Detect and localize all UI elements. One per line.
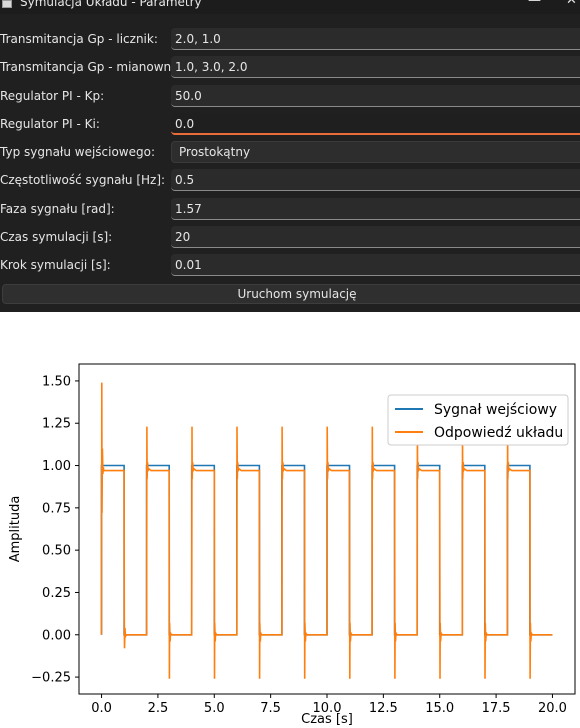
x-tick-label: 17.5 xyxy=(482,701,511,716)
x-tick-label: 15.0 xyxy=(425,701,454,716)
title-bar: Symulacja Układu - Parametry — ✕ xyxy=(0,0,580,14)
phase-input[interactable] xyxy=(171,198,580,219)
kp-label: Regulator PI - Kp: xyxy=(0,88,105,103)
parameters-form: Transmitancja Gp - licznik: Transmitancj… xyxy=(0,26,580,281)
phase-label: Faza sygnału [rad]: xyxy=(0,201,115,216)
sim-time-row: Czas symulacji [s]: xyxy=(0,224,580,252)
signal-type-label: Typ sygnału wejściowego: xyxy=(0,145,156,160)
legend: Sygnał wejściowy Odpowiedź układu xyxy=(387,394,569,446)
sim-step-label: Krok symulacji [s]: xyxy=(0,258,111,273)
kp-row: Regulator PI - Kp: xyxy=(0,83,580,111)
numerator-label: Transmitancja Gp - licznik: xyxy=(0,32,158,46)
minimize-button[interactable]: — xyxy=(528,0,541,8)
y-tick-label: 1.50 xyxy=(42,374,71,389)
x-tick-label: 5.0 xyxy=(204,701,225,716)
denominator-label: Transmitancja Gp - mianownik: xyxy=(0,60,186,75)
response-chart: 0.0 2.5 5.0 7.5 10.0 12.5 15.0 17.5 20.0 −0.250.… xyxy=(8,363,576,727)
phase-row: Faza sygnału [rad]: xyxy=(0,196,580,224)
numerator-input[interactable] xyxy=(171,28,580,49)
signal-type-row: Typ sygnału wejściowego: Prostokątny xyxy=(0,139,580,167)
x-axis-label: Czas [s] xyxy=(301,712,353,727)
close-button[interactable]: ✕ xyxy=(566,0,577,8)
frequency-input[interactable] xyxy=(171,169,580,191)
x-tick-label: 12.5 xyxy=(369,701,398,716)
y-tick-label: 1.00 xyxy=(42,459,71,474)
run-simulation-button[interactable]: Uruchom symulację xyxy=(2,284,580,304)
kp-input[interactable] xyxy=(171,85,580,106)
sim-time-input[interactable] xyxy=(171,226,580,248)
ki-row: Regulator PI - Ki: xyxy=(0,111,580,139)
signal-type-dropdown[interactable]: Prostokątny xyxy=(171,141,580,164)
denominator-row: Transmitancja Gp - mianownik: xyxy=(0,54,580,82)
plot-area: 0.0 2.5 5.0 7.5 10.0 12.5 15.0 17.5 20.0 −0.25 0.… xyxy=(0,312,580,728)
frequency-label: Częstotliwość sygnału [Hz]: xyxy=(0,173,166,188)
app-icon xyxy=(2,0,12,8)
sim-time-label: Czas symulacji [s]: xyxy=(0,230,113,245)
legend-label-response: Odpowiedź układu xyxy=(434,425,563,441)
x-tick-label: 7.5 xyxy=(260,701,281,716)
denominator-input[interactable] xyxy=(171,56,580,78)
legend-label-input: Sygnał wejściowy xyxy=(434,402,557,418)
x-tick-label: 0.0 xyxy=(91,701,112,716)
y-axis-label: Amplituda xyxy=(8,496,23,563)
y-tick-label: −0.25 xyxy=(31,671,71,686)
y-tick-label: 0.25 xyxy=(42,586,71,601)
window-title: Symulacja Układu - Parametry xyxy=(20,0,202,9)
ki-input[interactable] xyxy=(171,113,580,133)
sim-step-row: Krok symulacji [s]: xyxy=(0,252,580,280)
x-tick-label: 20.0 xyxy=(538,701,567,716)
y-tick-label: 1.25 xyxy=(42,417,71,432)
numerator-row: Transmitancja Gp - licznik: xyxy=(0,26,580,54)
y-tick-label: 0.00 xyxy=(42,628,71,643)
sim-step-input[interactable] xyxy=(171,254,580,276)
y-tick-label: 0.50 xyxy=(42,544,71,559)
y-ticks: −0.25 0.00 0.25 0.50 0.75 1.00 1.25 1.50 xyxy=(31,374,79,686)
frequency-row: Częstotliwość sygnału [Hz]: xyxy=(0,167,580,195)
x-tick-label: 2.5 xyxy=(148,701,169,716)
ki-label: Regulator PI - Ki: xyxy=(0,116,100,131)
parameters-window: Symulacja Układu - Parametry — ✕ Transmi… xyxy=(0,0,580,312)
y-tick-label: 0.75 xyxy=(42,501,71,516)
